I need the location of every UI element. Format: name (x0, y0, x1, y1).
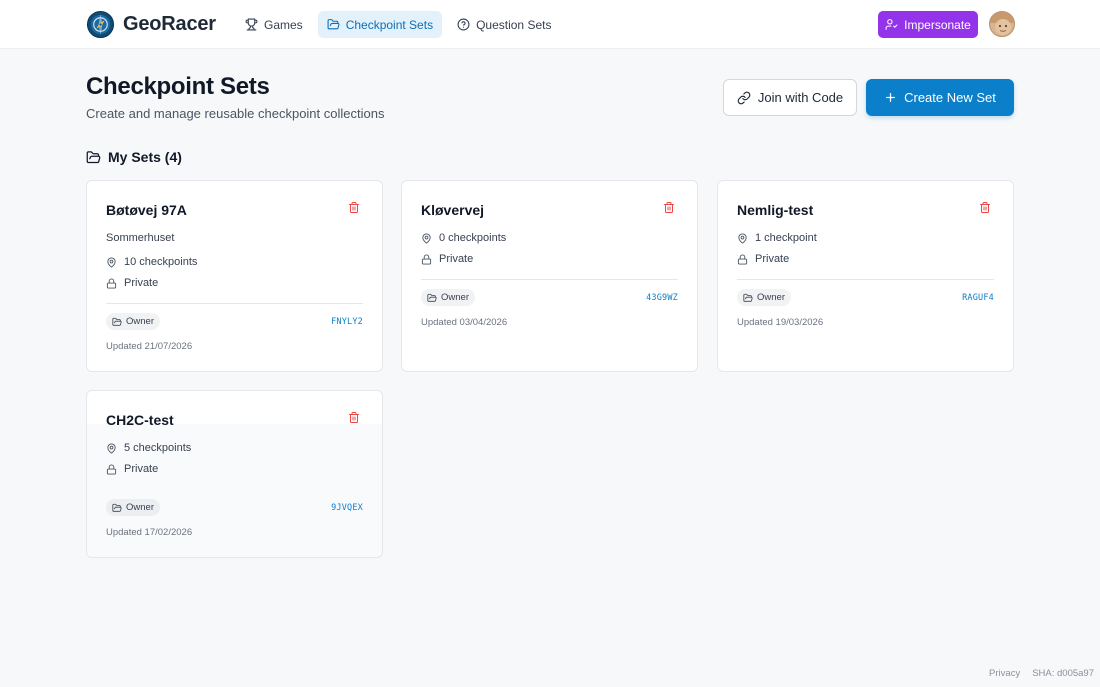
set-card[interactable]: Kløvervej 0 checkpoints Private Owner 43… (401, 180, 698, 372)
folder-open-icon (743, 293, 753, 302)
nav-checkpoint-sets[interactable]: Checkpoint Sets (317, 11, 443, 38)
trash-icon[interactable] (663, 201, 675, 214)
checkpoint-count-label: 0 checkpoints (439, 232, 507, 244)
lock-icon (106, 277, 117, 289)
trash-icon[interactable] (348, 201, 360, 214)
share-code[interactable]: FNYLY2 (331, 317, 363, 327)
impersonate-label: Impersonate (904, 17, 971, 32)
card-divider (106, 303, 363, 304)
section-title-label: My Sets (4) (108, 149, 182, 165)
trash-icon[interactable] (979, 201, 991, 214)
plus-icon (886, 93, 896, 102)
card-title: Kløvervej (421, 202, 485, 218)
folder-open-icon (86, 150, 101, 163)
build-sha: SHA: d005a97 (1032, 668, 1094, 679)
visibility: Private (106, 463, 158, 475)
nav-checkpoint-sets-label: Checkpoint Sets (345, 17, 434, 32)
folder-open-icon (112, 503, 122, 512)
set-card[interactable]: Nemlig-test 1 checkpoint Private Owner R… (717, 180, 1014, 372)
visibility-label: Private (124, 463, 159, 475)
compass-logo-icon (86, 10, 115, 39)
impersonate-button[interactable]: Impersonate (878, 11, 978, 38)
map-pin-icon (107, 256, 116, 268)
card-description: Sommerhuset (106, 232, 175, 244)
visibility: Private (737, 253, 789, 265)
lock-icon (106, 463, 117, 475)
updated-date: Updated 21/07/2026 (106, 341, 193, 352)
folder-open-icon (327, 19, 340, 30)
checkpoint-count-label: 1 checkpoint (755, 232, 817, 244)
create-new-set-label: Create New Set (904, 90, 996, 105)
checkpoint-count-label: 5 checkpoints (124, 442, 192, 454)
top-navigation-bar: GeoRacer Games Checkpoint Sets Question … (0, 0, 1100, 49)
card-header: Bøtøvej 97A (106, 202, 363, 222)
checkpoint-count: 5 checkpoints (106, 442, 191, 454)
share-code[interactable]: 43G9WZ (646, 293, 678, 303)
card-title: Bøtøvej 97A (106, 202, 187, 218)
map-pin-icon (738, 232, 747, 244)
card-divider (421, 279, 678, 280)
folder-open-icon (427, 293, 437, 302)
brand-name: GeoRacer (123, 13, 216, 35)
create-new-set-button[interactable]: Create New Set (866, 79, 1014, 116)
checkpoint-count-label: 10 checkpoints (124, 256, 198, 268)
set-card[interactable]: Bøtøvej 97A Sommerhuset 10 checkpoints P… (86, 180, 383, 372)
updated-date: Updated 19/03/2026 (737, 317, 824, 328)
checkpoint-count: 10 checkpoints (106, 256, 197, 268)
visibility-label: Private (755, 253, 790, 265)
trophy-icon (245, 18, 258, 31)
main-nav: Games Checkpoint Sets Question Sets (236, 11, 560, 38)
updated-date: Updated 03/04/2026 (421, 317, 508, 328)
folder-open-icon (112, 317, 122, 326)
nav-games-label: Games (264, 17, 303, 32)
visibility-label: Private (124, 277, 159, 289)
avatar-face-icon (990, 12, 1014, 35)
card-divider (737, 279, 994, 280)
map-pin-icon (107, 442, 116, 454)
owner-badge: Owner (106, 499, 160, 516)
owner-badge: Owner (421, 289, 475, 306)
visibility: Private (421, 253, 473, 265)
lock-icon (421, 253, 432, 265)
map-pin-icon (422, 232, 431, 244)
checkpoint-count: 0 checkpoints (421, 232, 506, 244)
owner-badge-label: Owner (126, 502, 154, 513)
owner-badge: Owner (106, 313, 160, 330)
card-title: CH2C-test (106, 412, 174, 428)
share-code[interactable]: 9JVQEX (331, 503, 363, 513)
footer: Privacy SHA: d005a97 (989, 668, 1094, 679)
user-cog-icon (885, 19, 898, 30)
visibility: Private (106, 277, 158, 289)
section-title-my-sets: My Sets (4) (86, 149, 182, 165)
nav-question-sets[interactable]: Question Sets (448, 11, 560, 38)
card-header: Nemlig-test (737, 202, 994, 222)
nav-question-sets-label: Question Sets (476, 17, 552, 32)
privacy-link[interactable]: Privacy (989, 668, 1020, 679)
checkpoint-count: 1 checkpoint (737, 232, 817, 244)
lock-icon (737, 253, 748, 265)
link-icon (737, 91, 751, 104)
share-code[interactable]: RAGUF4 (962, 293, 994, 303)
visibility-label: Private (439, 253, 474, 265)
owner-badge-label: Owner (757, 292, 785, 303)
help-circle-icon (457, 18, 470, 31)
page-title: Checkpoint Sets (86, 73, 270, 100)
updated-date: Updated 17/02/2026 (106, 527, 193, 538)
join-with-code-label: Join with Code (757, 90, 844, 105)
join-with-code-button[interactable]: Join with Code (723, 79, 857, 116)
owner-badge-label: Owner (126, 316, 154, 327)
card-header: CH2C-test (106, 412, 363, 432)
card-title: Nemlig-test (737, 202, 814, 218)
user-avatar[interactable] (989, 11, 1015, 37)
set-card[interactable]: CH2C-test 5 checkpoints Private Owner 9J… (86, 390, 383, 558)
nav-games[interactable]: Games (236, 11, 312, 38)
owner-badge-label: Owner (441, 292, 469, 303)
trash-icon[interactable] (348, 411, 360, 424)
page-subtitle: Create and manage reusable checkpoint co… (86, 106, 385, 121)
card-header: Kløvervej (421, 202, 678, 222)
brand[interactable]: GeoRacer (86, 10, 216, 39)
owner-badge: Owner (737, 289, 791, 306)
